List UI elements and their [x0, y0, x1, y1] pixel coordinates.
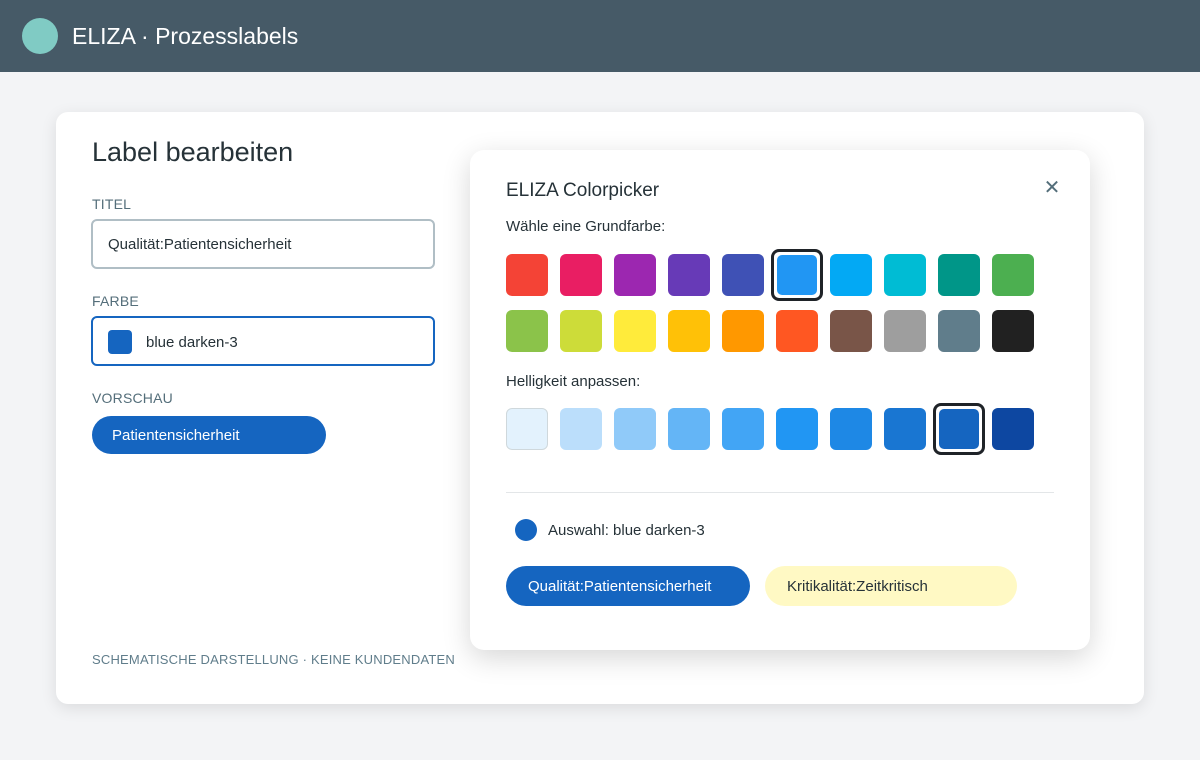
shade-swatch[interactable] [614, 408, 656, 450]
label-preview-text: Patientensicherheit [112, 427, 240, 444]
base-color-swatch[interactable] [722, 310, 764, 352]
page-title: Label bearbeiten [92, 137, 294, 167]
color-field-label: FARBE [92, 293, 139, 309]
shade-swatch[interactable] [560, 408, 602, 450]
title-field-label: TITEL [92, 196, 132, 212]
shade-label: Helligkeit anpassen: [506, 373, 641, 390]
base-color-swatch[interactable] [506, 310, 548, 352]
base-color-swatch-fill [777, 255, 817, 295]
base-color-swatch[interactable] [668, 254, 710, 296]
color-swatch-icon [108, 330, 132, 354]
example-pill-quality: Qualität:Patientensicherheit [506, 566, 750, 606]
shade-swatch[interactable] [722, 408, 764, 450]
base-color-swatch[interactable] [668, 310, 710, 352]
title-input-value: Qualität:Patientensicherheit [108, 236, 292, 253]
preview-field-label: VORSCHAU [92, 390, 173, 406]
shade-swatch[interactable] [506, 408, 548, 450]
close-icon[interactable]: ✕ [1040, 176, 1064, 200]
base-color-swatch[interactable] [771, 249, 823, 301]
base-color-swatch[interactable] [614, 310, 656, 352]
shade-swatch[interactable] [668, 408, 710, 450]
base-color-swatch[interactable] [830, 310, 872, 352]
color-input-value: blue darken-3 [146, 334, 238, 351]
selected-color-text: Auswahl: blue darken-3 [548, 522, 705, 539]
shade-swatch[interactable] [884, 408, 926, 450]
base-color-swatch[interactable] [938, 254, 980, 296]
example-pill-criticality-text: Kritikalität:Zeitkritisch [787, 578, 928, 595]
base-color-swatch[interactable] [560, 254, 602, 296]
title-input[interactable]: Qualität:Patientensicherheit [91, 219, 435, 269]
colorpicker-title: ELIZA Colorpicker [506, 180, 660, 201]
base-color-swatch[interactable] [614, 254, 656, 296]
color-input[interactable]: blue darken-3 [91, 316, 435, 366]
footnote: SCHEMATISCHE DARSTELLUNG · KEINE KUNDEND… [92, 652, 455, 667]
base-color-swatch[interactable] [830, 254, 872, 296]
divider [506, 492, 1054, 493]
shade-swatch[interactable] [776, 408, 818, 450]
shade-swatch[interactable] [992, 408, 1034, 450]
app-title: ELIZA · Prozesslabels [72, 23, 299, 49]
colorpicker-dialog: ELIZA Colorpicker ✕ Wähle eine Grundfarb… [470, 150, 1090, 650]
example-pill-criticality: Kritikalität:Zeitkritisch [765, 566, 1017, 606]
selected-color-dot [515, 519, 537, 541]
base-color-swatch[interactable] [506, 254, 548, 296]
shade-swatch[interactable] [933, 403, 985, 455]
base-color-swatch[interactable] [992, 254, 1034, 296]
base-color-swatch[interactable] [776, 310, 818, 352]
label-preview-pill: Patientensicherheit [92, 416, 326, 454]
base-color-swatch[interactable] [560, 310, 602, 352]
shade-swatch[interactable] [830, 408, 872, 450]
top-app-bar: ELIZA · Prozesslabels [0, 0, 1200, 72]
shade-swatch-fill [939, 409, 979, 449]
base-color-swatch[interactable] [722, 254, 764, 296]
base-color-swatch[interactable] [884, 254, 926, 296]
base-color-swatch[interactable] [992, 310, 1034, 352]
base-color-swatch[interactable] [938, 310, 980, 352]
example-pill-quality-text: Qualität:Patientensicherheit [528, 578, 712, 595]
app-logo [22, 18, 58, 54]
base-color-label: Wähle eine Grundfarbe: [506, 218, 666, 235]
base-color-swatch[interactable] [884, 310, 926, 352]
